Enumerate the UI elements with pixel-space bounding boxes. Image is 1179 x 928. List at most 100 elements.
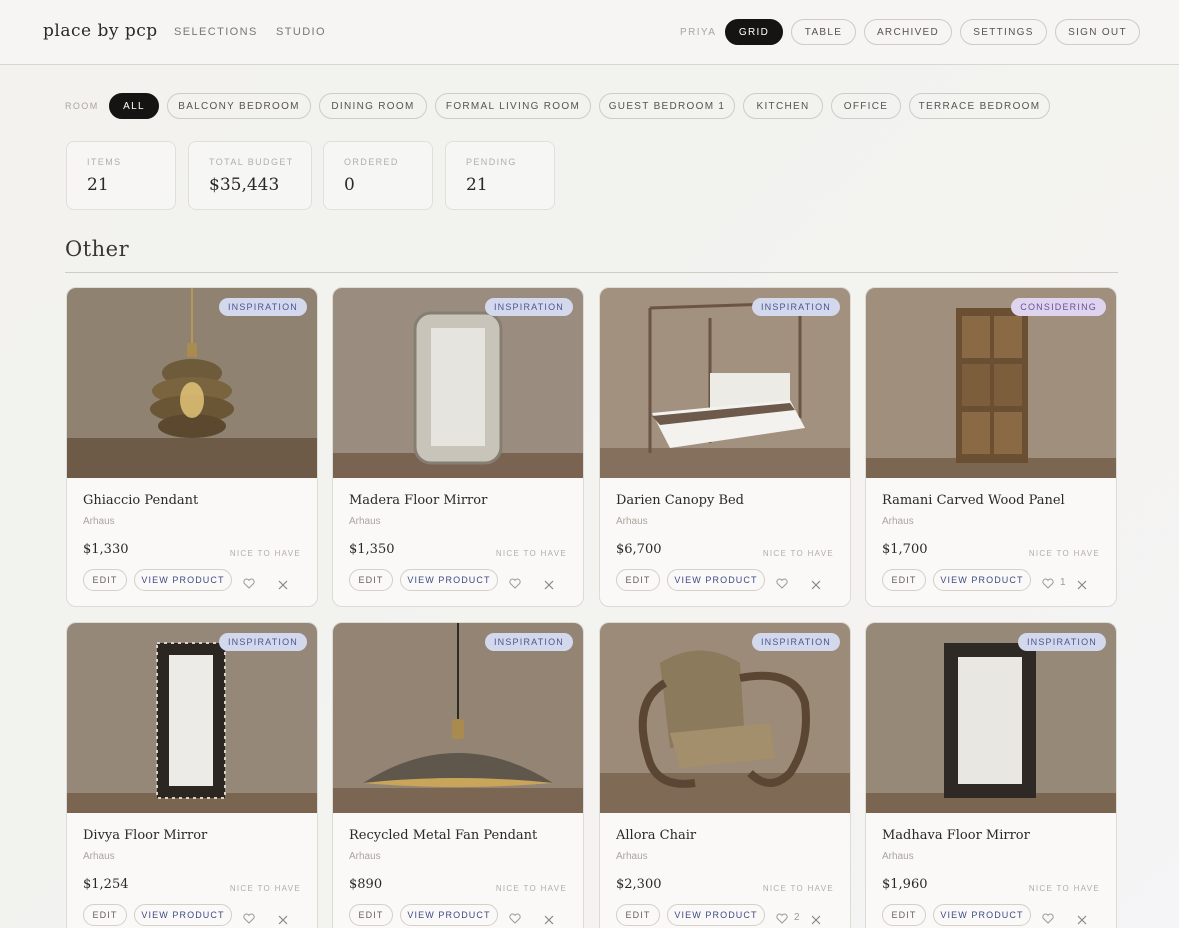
heart-icon[interactable] (243, 911, 255, 924)
nav-studio[interactable]: STUDIO (276, 26, 326, 38)
edit-button[interactable]: EDIT (882, 904, 926, 926)
status-badge: INSPIRATION (1017, 633, 1106, 651)
product-brand: Arhaus (83, 851, 115, 862)
product-name: Ghiaccio Pendant (83, 493, 199, 508)
view-product-button[interactable]: VIEW PRODUCT (667, 569, 765, 591)
room-filter-guest-bedroom-1[interactable]: GUEST BEDROOM 1 (599, 93, 735, 119)
heart-icon[interactable] (509, 911, 521, 924)
settings-button[interactable]: SETTINGS (960, 19, 1047, 45)
view-grid-button[interactable]: GRID (725, 19, 783, 45)
product-price: $1,960 (882, 877, 928, 892)
status-badge: INSPIRATION (484, 298, 573, 316)
edit-button[interactable]: EDIT (83, 904, 127, 926)
product-price: $890 (349, 877, 383, 892)
product-image[interactable] (333, 623, 583, 813)
view-table-button[interactable]: TABLE (791, 19, 856, 45)
stat-items: ITEMS 21 (66, 141, 176, 210)
view-product-button[interactable]: VIEW PRODUCT (933, 904, 1031, 926)
edit-button[interactable]: EDIT (616, 904, 660, 926)
product-card[interactable]: INSPIRATION Allora Chair Arhaus $2,300 N… (599, 622, 851, 928)
status-badge: CONSIDERING (1011, 298, 1106, 316)
status-badge: INSPIRATION (751, 298, 840, 316)
product-name: Recycled Metal Fan Pendant (349, 828, 538, 843)
heart-icon[interactable] (1042, 911, 1054, 924)
close-icon[interactable] (1077, 577, 1087, 590)
top-bar: place by pcp SELECTIONS STUDIO PRIYA GRI… (0, 0, 1179, 65)
product-image[interactable] (600, 623, 850, 813)
product-image[interactable] (866, 623, 1116, 813)
nav-selections[interactable]: SELECTIONS (174, 26, 258, 38)
product-card[interactable]: INSPIRATION Ghiaccio Pendant Arhaus $1,3… (66, 287, 318, 607)
room-filter-office[interactable]: OFFICE (831, 93, 901, 119)
user-name: PRIYA (680, 27, 717, 38)
stat-value: 0 (344, 175, 355, 195)
heart-icon[interactable] (1042, 576, 1054, 589)
status-badge: INSPIRATION (751, 633, 840, 651)
product-card[interactable]: INSPIRATION Madera Floor Mirror Arhaus $… (332, 287, 584, 607)
view-product-button[interactable]: VIEW PRODUCT (933, 569, 1031, 591)
product-image[interactable] (866, 288, 1116, 478)
section-title: Other (65, 237, 130, 261)
heart-icon[interactable] (776, 911, 788, 924)
room-filter-all[interactable]: ALL (109, 93, 159, 119)
product-card[interactable]: INSPIRATION Divya Floor Mirror Arhaus $1… (66, 622, 318, 928)
priority-label: NICE TO HAVE (495, 884, 567, 893)
stat-label: ORDERED (344, 157, 399, 167)
product-card[interactable]: INSPIRATION Recycled Metal Fan Pendant A… (332, 622, 584, 928)
view-product-button[interactable]: VIEW PRODUCT (400, 904, 498, 926)
stat-value: 21 (466, 175, 488, 195)
heart-icon[interactable] (776, 576, 788, 589)
product-name: Allora Chair (616, 828, 697, 843)
priority-label: NICE TO HAVE (495, 549, 567, 558)
priority-label: NICE TO HAVE (762, 549, 834, 558)
product-name: Divya Floor Mirror (83, 828, 208, 843)
room-filter-label: ROOM (65, 101, 99, 111)
view-archived-button[interactable]: ARCHIVED (864, 19, 952, 45)
stat-value: 21 (87, 175, 109, 195)
product-brand: Arhaus (882, 516, 914, 527)
product-price: $1,350 (349, 542, 395, 557)
product-name: Ramani Carved Wood Panel (882, 493, 1065, 508)
room-filter-balcony-bedroom[interactable]: BALCONY BEDROOM (167, 93, 311, 119)
close-icon[interactable] (811, 912, 821, 925)
room-filter-formal-living-room[interactable]: FORMAL LIVING ROOM (435, 93, 591, 119)
room-filter-terrace-bedroom[interactable]: TERRACE BEDROOM (909, 93, 1050, 119)
room-filter-kitchen[interactable]: KITCHEN (743, 93, 823, 119)
status-badge: INSPIRATION (484, 633, 573, 651)
view-product-button[interactable]: VIEW PRODUCT (400, 569, 498, 591)
view-product-button[interactable]: VIEW PRODUCT (667, 904, 765, 926)
product-brand: Arhaus (616, 851, 648, 862)
edit-button[interactable]: EDIT (882, 569, 926, 591)
product-image[interactable] (67, 288, 317, 478)
heart-icon[interactable] (509, 576, 521, 589)
close-icon[interactable] (544, 912, 554, 925)
priority-label: NICE TO HAVE (1028, 549, 1100, 558)
product-price: $6,700 (616, 542, 662, 557)
view-product-button[interactable]: VIEW PRODUCT (134, 904, 232, 926)
product-card[interactable]: INSPIRATION Darien Canopy Bed Arhaus $6,… (599, 287, 851, 607)
product-image[interactable] (333, 288, 583, 478)
product-price: $1,700 (882, 542, 928, 557)
product-image[interactable] (600, 288, 850, 478)
product-brand: Arhaus (616, 516, 648, 527)
section-divider (65, 272, 1118, 273)
product-image[interactable] (67, 623, 317, 813)
sign-out-button[interactable]: SIGN OUT (1055, 19, 1140, 45)
stat-pending: PENDING 21 (445, 141, 555, 210)
product-card[interactable]: CONSIDERING Ramani Carved Wood Panel Arh… (865, 287, 1117, 607)
app-logo[interactable]: place by pcp (43, 21, 158, 41)
close-icon[interactable] (811, 577, 821, 590)
edit-button[interactable]: EDIT (616, 569, 660, 591)
edit-button[interactable]: EDIT (349, 904, 393, 926)
view-product-button[interactable]: VIEW PRODUCT (134, 569, 232, 591)
stat-label: ITEMS (87, 157, 122, 167)
heart-icon[interactable] (243, 576, 255, 589)
edit-button[interactable]: EDIT (349, 569, 393, 591)
close-icon[interactable] (544, 577, 554, 590)
edit-button[interactable]: EDIT (83, 569, 127, 591)
close-icon[interactable] (1077, 912, 1087, 925)
product-card[interactable]: INSPIRATION Madhava Floor Mirror Arhaus … (865, 622, 1117, 928)
close-icon[interactable] (278, 577, 288, 590)
close-icon[interactable] (278, 912, 288, 925)
room-filter-dining-room[interactable]: DINING ROOM (319, 93, 427, 119)
